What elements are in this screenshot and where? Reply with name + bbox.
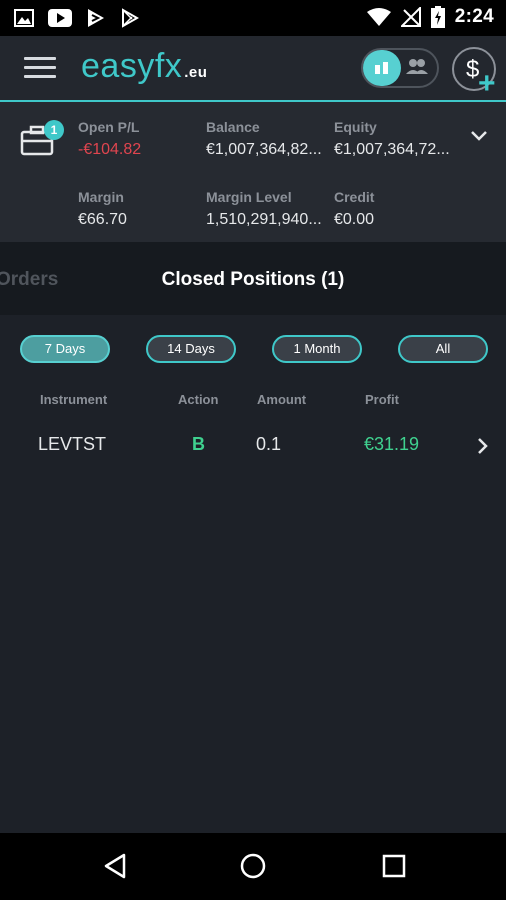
chevron-down-icon[interactable] [470, 130, 488, 142]
youtube-icon [48, 9, 72, 27]
recents-icon[interactable] [379, 851, 409, 881]
open-pl-stat: Open P/L -€104.82 [78, 119, 141, 159]
balance-label: Balance [206, 119, 260, 135]
margin-level-value: 1,510,291,940... [206, 211, 322, 228]
tab-closed-positions[interactable]: Closed Positions (1) [0, 269, 506, 291]
app-header: easyfx .eu $ + [0, 36, 506, 102]
equity-label: Equity [334, 119, 377, 135]
filter-7-days[interactable]: 7 Days [20, 335, 110, 363]
filter-1-month[interactable]: 1 Month [272, 335, 362, 363]
closed-positions-panel: 7 Days 14 Days 1 Month All Instrument Ac… [0, 315, 506, 833]
margin-stat: Margin €66.70 [78, 189, 127, 229]
open-pl-label: Open P/L [78, 119, 140, 135]
profit-cell: €31.19 [364, 434, 420, 454]
credit-label: Credit [334, 189, 375, 205]
open-pl-value: -€104.82 [78, 141, 142, 158]
column-header-instrument: Instrument [40, 392, 108, 407]
column-header-amount: Amount [257, 392, 307, 407]
equity-stat: Equity €1,007,364,72... [334, 119, 450, 159]
instrument-cell: LEVTST [38, 434, 107, 454]
play-store-icon [88, 9, 104, 27]
image-icon [14, 9, 34, 27]
credit-stat: Credit €0.00 [334, 189, 374, 229]
single-trader-icon [363, 50, 401, 86]
positions-tabs: Orders Closed Positions (1) [0, 242, 506, 315]
margin-label: Margin [78, 189, 124, 205]
plus-icon: + [478, 67, 496, 100]
filter-14-days[interactable]: 14 Days [146, 335, 236, 363]
deposit-button[interactable]: $ + [452, 47, 496, 99]
status-bar: 2:24 [0, 0, 506, 36]
equity-value: €1,007,364,72... [334, 141, 450, 158]
amount-cell: 0.1 [256, 434, 282, 454]
positions-badge: 1 [44, 120, 64, 140]
hamburger-icon[interactable] [24, 57, 56, 81]
wifi-icon [366, 8, 391, 26]
mode-toggle[interactable] [361, 48, 439, 88]
battery-charging-icon [430, 6, 445, 28]
filter-all[interactable]: All [398, 335, 488, 363]
credit-value: €0.00 [334, 211, 375, 228]
column-header-action: Action [178, 392, 219, 407]
column-header-profit: Profit [365, 392, 399, 407]
balance-stat: Balance €1,007,364,82... [206, 119, 322, 159]
action-cell: B [192, 434, 205, 454]
table-row[interactable]: LEVTST B 0.1 €31.19 [0, 427, 506, 467]
balance-value: €1,007,364,82... [206, 141, 322, 158]
margin-level-stat: Margin Level 1,510,291,940... [206, 189, 322, 229]
logo-suffix: .eu [184, 64, 208, 81]
no-signal-icon [400, 7, 421, 27]
clock: 2:24 [454, 6, 494, 27]
app-logo: easyfx .eu [81, 47, 207, 86]
period-filters: 7 Days 14 Days 1 Month All [20, 335, 488, 363]
margin-value: €66.70 [78, 211, 127, 228]
account-summary: 1 Open P/L -€104.82 Balance €1,007,364,8… [0, 102, 506, 242]
logo-text: easyfx [81, 47, 183, 85]
margin-level-label: Margin Level [206, 189, 292, 205]
home-icon[interactable] [238, 851, 268, 881]
social-traders-icon [406, 59, 428, 74]
play-store-outline-icon [122, 8, 140, 28]
back-icon[interactable] [100, 851, 130, 881]
system-nav-bar [0, 833, 506, 900]
chevron-right-icon [478, 438, 488, 454]
